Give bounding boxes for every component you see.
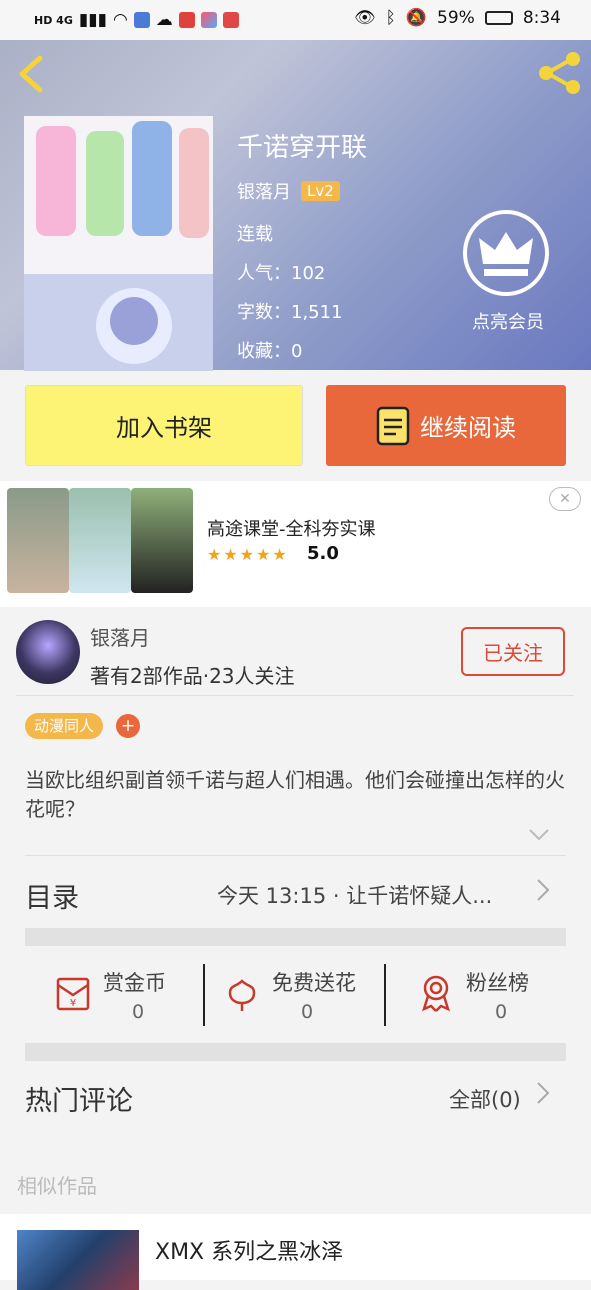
fan-ranking-value: 0 [494, 1001, 508, 1023]
signal-icon: ▮▮▮ [78, 10, 107, 30]
back-icon[interactable] [14, 54, 48, 94]
book-icon [376, 406, 410, 445]
cloud-icon: ☁ [155, 10, 173, 30]
red-app-icon [178, 12, 195, 28]
ad-close-icon[interactable]: ✕ [549, 487, 581, 511]
book-description: 当欧比组织副首领千诺与超人们相遇。他们会碰撞出怎样的火花呢？ [25, 768, 565, 821]
ad-stars: ★★★★★ [207, 545, 289, 564]
book-favorites: 收藏：0 [237, 341, 303, 362]
book-word-count: 字数：1,511 [237, 302, 343, 323]
divider [25, 855, 566, 856]
ad-rating: 5.0 [307, 543, 339, 564]
toc-label[interactable]: 目录 [25, 876, 79, 915]
book-title: 千诺穿开联 [237, 133, 368, 163]
network-label: HD 4G [34, 13, 73, 27]
flower-icon [228, 979, 256, 1011]
chevron-down-icon[interactable] [528, 828, 550, 842]
chevron-right-icon[interactable] [536, 878, 550, 902]
author-avatar[interactable] [16, 620, 80, 684]
chevron-right-icon[interactable] [536, 1081, 550, 1105]
toc-latest-chapter[interactable]: 今天 13:15 · 让千诺怀疑人... [217, 880, 492, 910]
hot-comments-label: 热门评论 [25, 1086, 133, 1117]
ad-title: 高途课堂-全科夯实课 [207, 519, 376, 540]
author-line: 银落月 Lv2 [237, 178, 340, 204]
ad-image-1 [7, 488, 69, 593]
ad-image-2 [69, 488, 131, 593]
status-right: 👁 ᛒ 🔕 59% 8:34 [354, 8, 561, 28]
genre-tag[interactable]: 动漫同人 [25, 713, 104, 739]
vip-label: 点亮会员 [472, 312, 544, 333]
level-badge: Lv2 [301, 181, 340, 201]
cover-illustration [24, 116, 213, 371]
ad-image-3 [131, 488, 193, 593]
author-name-link[interactable]: 银落月 [237, 178, 291, 204]
fan-ranking-label: 粉丝榜 [466, 971, 529, 995]
section-band [25, 928, 566, 946]
reward-coin-label: 赏金币 [103, 971, 166, 995]
book-status: 连载 [237, 224, 273, 245]
similar-work-thumbnail [17, 1230, 139, 1290]
wifi-icon: ◠ [112, 10, 128, 30]
stat-separator [203, 964, 205, 1026]
reward-coin-stat[interactable]: ¥ 赏金币 0 [53, 963, 233, 1033]
section-band [25, 1043, 566, 1061]
status-bar: HD 4G ▮▮▮ ◠ ☁ 👁 ᛒ 🔕 59% 8:34 [0, 0, 591, 40]
author-stats: 著有2部作品·23人关注 [90, 664, 295, 688]
divider [16, 695, 574, 696]
continue-reading-label: 继续阅读 [420, 414, 516, 442]
status-left-icons: HD 4G ▮▮▮ ◠ ☁ [34, 10, 239, 30]
vip-button[interactable] [463, 210, 549, 296]
add-tag-button[interactable]: + [116, 714, 140, 738]
fan-ranking-stat[interactable]: 粉丝榜 0 [416, 963, 591, 1033]
stat-separator [384, 964, 386, 1026]
all-comments-link[interactable]: 全部(0) [449, 1084, 521, 1114]
share-icon[interactable] [537, 50, 583, 96]
continue-reading-button[interactable]: 继续阅读 [326, 385, 566, 466]
battery-percent: 59% [437, 8, 475, 28]
clock: 8:34 [522, 8, 561, 28]
free-flower-value: 0 [300, 1001, 314, 1023]
add-to-shelf-button[interactable]: 加入书架 [25, 385, 303, 466]
book-popularity: 人气：102 [237, 263, 326, 284]
author-name[interactable]: 银落月 [90, 622, 150, 651]
music-app-icon [133, 12, 150, 28]
colorful-app-icon [200, 12, 217, 28]
ad-banner[interactable]: 高途课堂-全科夯实课 ★★★★★ 5.0 ✕ [0, 481, 591, 607]
similar-works-label: 相似作品 [17, 1174, 97, 1198]
book-cover[interactable] [24, 116, 213, 371]
free-flower-stat[interactable]: 免费送花 0 [222, 963, 402, 1033]
battery-icon [484, 11, 513, 25]
similar-work-item[interactable]: XMX 系列之黑冰泽 [0, 1214, 591, 1290]
similar-work-title: XMX 系列之黑冰泽 [155, 1240, 344, 1265]
free-flower-label: 免费送花 [272, 971, 356, 995]
mute-icon: 🔕 [405, 8, 428, 28]
medal-icon [422, 975, 450, 1012]
shop-app-icon [222, 12, 239, 28]
eye-icon: 👁 [354, 8, 376, 28]
book-hero: 千诺穿开联 银落月 Lv2 连载 人气：102 字数：1,511 收藏：0 点亮… [0, 40, 591, 371]
red-envelope-icon: ¥ [56, 977, 90, 1011]
svg-text:¥: ¥ [70, 998, 76, 1009]
reward-coin-value: 0 [131, 1001, 145, 1023]
follow-button[interactable]: 已关注 [461, 627, 565, 676]
crown-icon [479, 232, 533, 276]
bluetooth-icon: ᛒ [385, 8, 396, 28]
